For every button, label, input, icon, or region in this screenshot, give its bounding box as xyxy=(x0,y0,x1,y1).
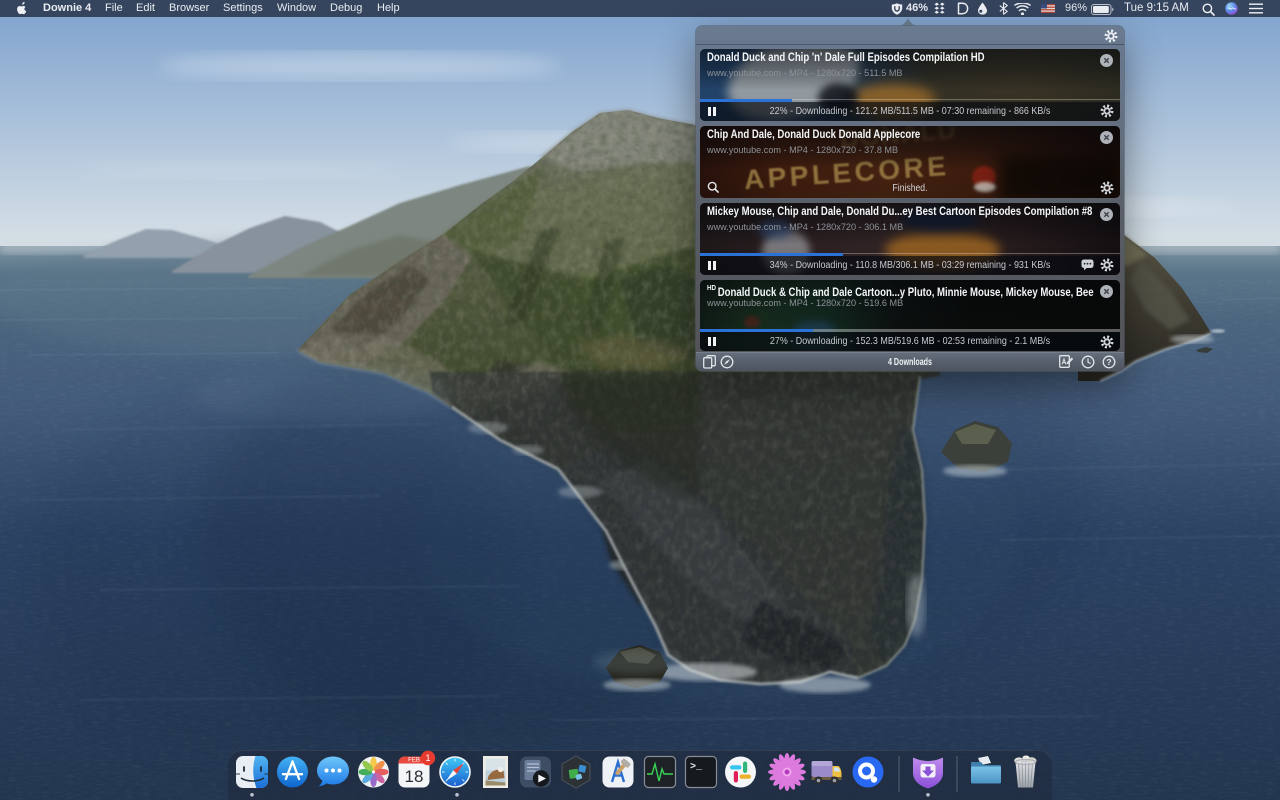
svg-text:>_: >_ xyxy=(690,762,703,773)
svg-text:1: 1 xyxy=(425,753,430,763)
svg-text:FEB: FEB xyxy=(408,757,420,763)
svg-text:18: 18 xyxy=(405,767,424,786)
svg-text:?: ? xyxy=(1106,357,1111,367)
